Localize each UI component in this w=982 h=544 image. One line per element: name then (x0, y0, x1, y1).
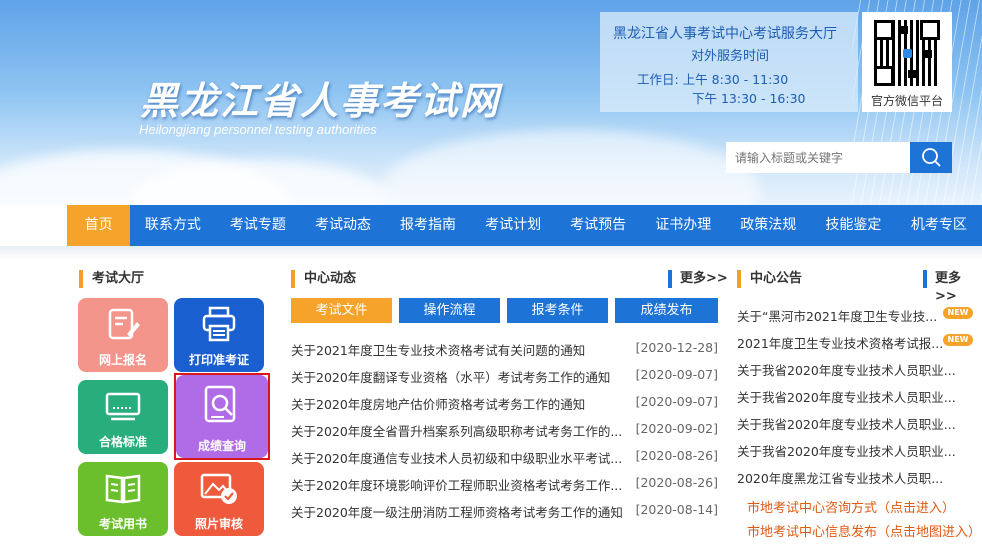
main-nav: 首页 联系方式 考试专题 考试动态 报考指南 考试计划 考试预告 证书办理 政策… (67, 205, 982, 246)
header-banner: 黑龙江省人事考试网 Heilongjiang personnel testing… (0, 0, 982, 205)
news-date: [2020-09-07] (635, 394, 718, 409)
search-button[interactable] (910, 142, 952, 173)
news-title[interactable]: 关于2020年度全省晋升档案系列高级职称考试考务工作的... (291, 421, 622, 440)
service-hall-name: 黑龙江省人事考试中心考试服务大厅 (613, 26, 837, 42)
photo-check-icon (200, 473, 237, 504)
tab-score-release[interactable]: 成绩发布 (615, 298, 718, 323)
tile-label: 照片审核 (194, 517, 243, 531)
news-item[interactable]: 关于2020年度通信专业技术人员初级和中级职业水平考试... [2020-08-2… (291, 448, 721, 468)
nav-item-computer-exam[interactable]: 机考专区 (896, 205, 982, 246)
site-title: 黑龙江省人事考试网 (140, 79, 501, 123)
tile-photo-review[interactable]: 照片审核 (174, 462, 264, 536)
news-date: [2020-09-02] (635, 421, 718, 436)
news-item[interactable]: 关于2020年度翻译专业资格（水平）考试考务工作的通知 [2020-09-07] (291, 367, 721, 387)
tile-label: 打印准考证 (188, 353, 249, 367)
nav-item-preview[interactable]: 考试预告 (556, 205, 641, 246)
news-title[interactable]: 关于2020年度通信专业技术人员初级和中级职业水平考试... (291, 448, 622, 467)
city-center-info-link[interactable]: 市地考试中心信息发布（点击地图进入） (747, 521, 981, 540)
news-date: [2020-08-26] (635, 475, 718, 490)
tab-process[interactable]: 操作流程 (399, 298, 500, 323)
news-date: [2020-09-07] (635, 367, 718, 382)
notice-item[interactable]: 关于我省2020年度专业技术人员职业... (737, 441, 982, 460)
tile-label: 合格标准 (98, 435, 147, 449)
tab-exam-documents[interactable]: 考试文件 (291, 298, 392, 323)
notice-item[interactable]: 关于我省2020年度专业技术人员职业... (737, 414, 982, 433)
search-input[interactable] (726, 142, 910, 173)
tile-print-admission-ticket[interactable]: 打印准考证 (174, 298, 264, 372)
tile-passing-standard[interactable]: 合格标准 (78, 380, 168, 454)
wechat-qr-panel: 官方微信平台 (862, 12, 952, 112)
nav-item-plan[interactable]: 考试计划 (471, 205, 556, 246)
news-item[interactable]: 关于2020年度环境影响评价工程师职业资格考试考务工作... [2020-08-2… (291, 475, 721, 495)
tile-exam-books[interactable]: 考试用书 (78, 462, 168, 536)
notice-item[interactable]: 2020年度黑龙江省专业技术人员职... (737, 468, 982, 487)
printer-icon (202, 306, 236, 342)
form-edit-icon (108, 308, 140, 340)
tile-online-registration[interactable]: 网上报名 (78, 298, 168, 372)
news-item[interactable]: 关于2020年度一级注册消防工程师资格考试考务工作的通知 [2020-08-14] (291, 502, 721, 522)
news-date: [2020-12-28] (635, 340, 718, 355)
news-date: [2020-08-26] (635, 448, 718, 463)
news-title[interactable]: 关于2020年度翻译专业资格（水平）考试考务工作的通知 (291, 367, 610, 386)
nav-item-certificate[interactable]: 证书办理 (641, 205, 726, 246)
notice-item[interactable]: 关于我省2020年度专业技术人员职业... (737, 387, 982, 406)
tab-requirements[interactable]: 报考条件 (507, 298, 608, 323)
news-title[interactable]: 关于2020年度房地产估价师资格考试考务工作的通知 (291, 394, 585, 413)
qr-label: 官方微信平台 (870, 94, 943, 108)
center-news-title: 中心动态 (291, 270, 356, 288)
service-hours-morning: 工作日: 上午 8:30 - 11:30 (637, 72, 789, 87)
news-item[interactable]: 关于2020年度房地产估价师资格考试考务工作的通知 [2020-09-07] (291, 394, 721, 414)
nav-item-exam-topics[interactable]: 考试专题 (215, 205, 300, 246)
nav-item-contact[interactable]: 联系方式 (130, 205, 215, 246)
notice-more-link[interactable]: 更多>> (923, 270, 982, 304)
qr-code-icon (874, 20, 940, 86)
notice-title: 中心公告 (737, 270, 802, 288)
site-subtitle: Heilongjiang personnel testing authoriti… (139, 122, 377, 137)
nav-shadow (0, 246, 982, 260)
news-title[interactable]: 关于2020年度环境影响评价工程师职业资格考试考务工作... (291, 475, 622, 494)
service-hours-afternoon: 下午 13:30 - 16:30 (692, 91, 806, 106)
search-icon (922, 148, 941, 167)
nav-item-policy[interactable]: 政策法规 (726, 205, 811, 246)
cloud-decoration (380, 130, 760, 205)
nav-item-exam-news[interactable]: 考试动态 (300, 205, 385, 246)
service-hours-panel: 黑龙江省人事考试中心考试服务大厅 对外服务时间 工作日: 上午 8:30 - 1… (600, 12, 858, 112)
news-date: [2020-08-14] (635, 502, 718, 517)
new-badge: NEW (943, 334, 973, 346)
service-hours-heading: 对外服务时间 (691, 49, 770, 64)
notice-item[interactable]: 关于我省2020年度专业技术人员职业... (737, 360, 982, 379)
news-title[interactable]: 关于2020年度一级注册消防工程师资格考试考务工作的通知 (291, 502, 623, 521)
tile-label: 网上报名 (98, 353, 147, 367)
monitor-icon (105, 392, 141, 421)
news-item[interactable]: 关于2021年度卫生专业技术资格考试有关问题的通知 [2020-12-28] (291, 340, 721, 360)
exam-hall-title: 考试大厅 (79, 270, 144, 288)
nav-item-guide[interactable]: 报考指南 (386, 205, 471, 246)
selection-highlight (174, 373, 270, 460)
news-title[interactable]: 关于2021年度卫生专业技术资格考试有关问题的通知 (291, 340, 585, 359)
city-center-contact-link[interactable]: 市地考试中心咨询方式（点击进入） (747, 497, 955, 516)
nav-item-skills[interactable]: 技能鉴定 (811, 205, 896, 246)
new-badge: NEW (943, 307, 973, 319)
news-item[interactable]: 关于2020年度全省晋升档案系列高级职称考试考务工作的... [2020-09-0… (291, 421, 721, 441)
tile-label: 考试用书 (98, 517, 147, 531)
book-icon (105, 474, 141, 504)
nav-item-home[interactable]: 首页 (67, 205, 131, 246)
center-news-more-link[interactable]: 更多>> (668, 270, 728, 288)
